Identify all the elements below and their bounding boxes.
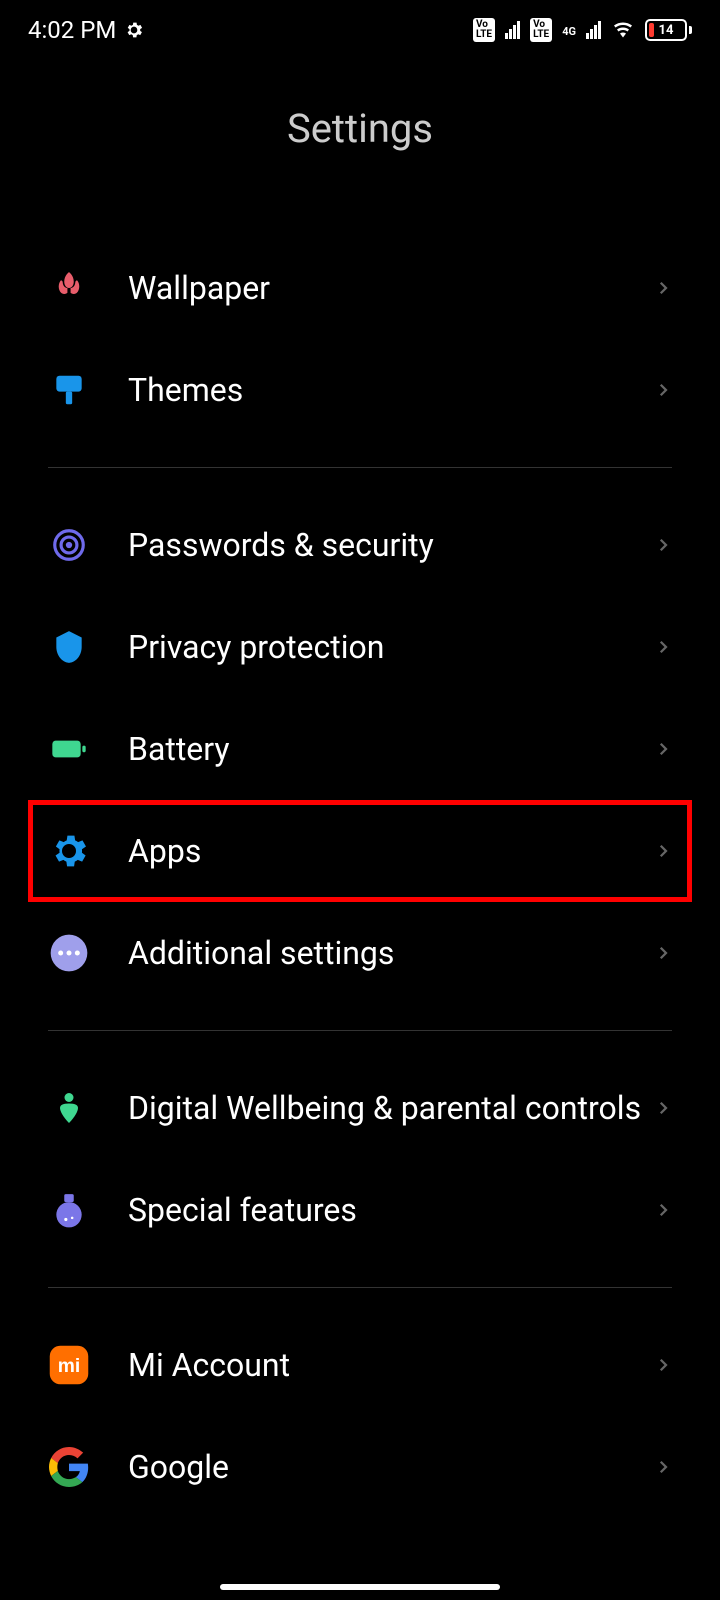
shield-icon: [48, 626, 90, 668]
wifi-icon: [611, 20, 635, 40]
chevron-right-icon: [654, 842, 672, 860]
mi-icon: mi: [48, 1344, 90, 1386]
setting-label: Passwords & security: [128, 525, 654, 565]
signal-icon: [505, 21, 520, 39]
setting-label: Mi Account: [128, 1345, 654, 1385]
volte-icon: VoLTE: [473, 18, 495, 42]
chevron-right-icon: [654, 740, 672, 758]
chevron-right-icon: [654, 1099, 672, 1117]
setting-item-wellbeing[interactable]: Digital Wellbeing & parental controls: [0, 1057, 720, 1159]
setting-label: Additional settings: [128, 933, 654, 973]
chevron-right-icon: [654, 638, 672, 656]
divider: [48, 1030, 672, 1031]
person-icon: [48, 1087, 90, 1129]
settings-list[interactable]: Wallpaper Themes Passwords & security Pr…: [0, 237, 720, 1518]
chevron-right-icon: [654, 1201, 672, 1219]
setting-item-mi-account[interactable]: mi Mi Account: [0, 1314, 720, 1416]
status-bar: 4:02 PM VoLTE VoLTE 4G 14: [0, 0, 720, 60]
chevron-right-icon: [654, 944, 672, 962]
dots-icon: [48, 932, 90, 974]
page-title: Settings: [0, 105, 720, 152]
setting-item-themes[interactable]: Themes: [0, 339, 720, 441]
tulip-icon: [48, 267, 90, 309]
gear-icon: [124, 20, 144, 40]
setting-item-google[interactable]: Google: [0, 1416, 720, 1518]
setting-item-privacy[interactable]: Privacy protection: [0, 596, 720, 698]
setting-item-passwords[interactable]: Passwords & security: [0, 494, 720, 596]
chevron-right-icon: [654, 536, 672, 554]
home-indicator[interactable]: [220, 1584, 500, 1590]
setting-label: Themes: [128, 370, 654, 410]
divider: [48, 1287, 672, 1288]
setting-label: Digital Wellbeing & parental controls: [128, 1088, 654, 1128]
setting-label: Battery: [128, 729, 654, 769]
status-left: 4:02 PM: [28, 16, 144, 44]
setting-label: Google: [128, 1447, 654, 1487]
flask-icon: [48, 1189, 90, 1231]
setting-item-special[interactable]: Special features: [0, 1159, 720, 1261]
setting-item-battery[interactable]: Battery: [0, 698, 720, 800]
battery-icon: [48, 728, 90, 770]
volte-icon: VoLTE: [530, 18, 552, 42]
setting-label: Special features: [128, 1190, 654, 1230]
setting-label: Privacy protection: [128, 627, 654, 667]
chevron-right-icon: [654, 1458, 672, 1476]
setting-item-apps[interactable]: Apps: [28, 800, 692, 902]
signal-4g-icon: 4G: [562, 25, 576, 36]
chevron-right-icon: [654, 279, 672, 297]
divider: [48, 467, 672, 468]
svg-text:mi: mi: [58, 1356, 80, 1377]
status-right: VoLTE VoLTE 4G 14: [473, 18, 692, 42]
brush-icon: [48, 369, 90, 411]
google-icon: [48, 1446, 90, 1488]
signal-icon: [586, 21, 601, 39]
chevron-right-icon: [654, 381, 672, 399]
chevron-right-icon: [654, 1356, 672, 1374]
setting-item-additional[interactable]: Additional settings: [0, 902, 720, 1004]
setting-label: Wallpaper: [128, 268, 654, 308]
setting-label: Apps: [128, 831, 654, 871]
status-time: 4:02 PM: [28, 16, 116, 44]
gear-icon: [48, 830, 90, 872]
battery-indicator: 14: [645, 19, 692, 41]
fingerprint-icon: [48, 524, 90, 566]
setting-item-wallpaper[interactable]: Wallpaper: [0, 237, 720, 339]
